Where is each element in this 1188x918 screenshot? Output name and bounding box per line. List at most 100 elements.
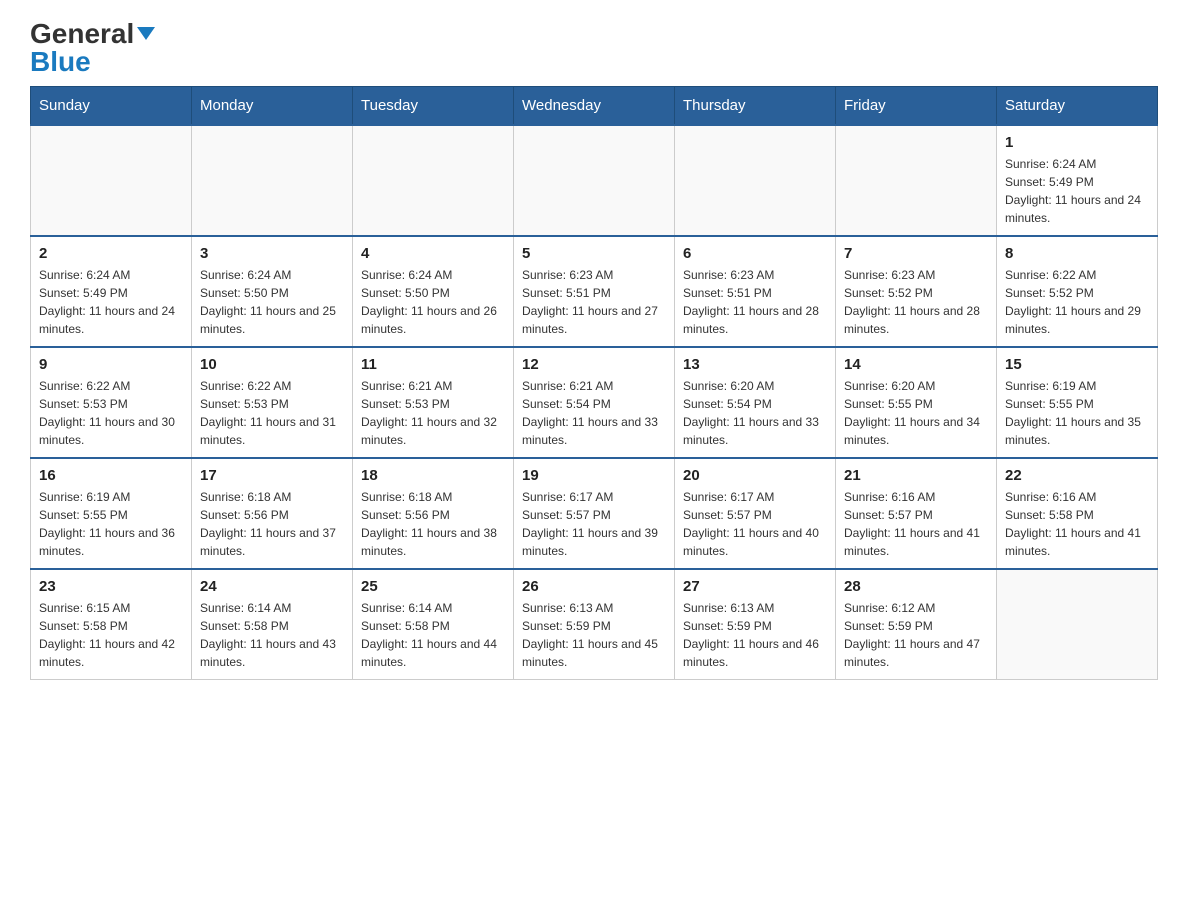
logo-general-text: General [30,20,155,48]
day-number: 3 [200,245,344,262]
calendar-cell: 14 Sunrise: 6:20 AM Sunset: 5:55 PM Dayli… [836,347,997,458]
day-info: Sunrise: 6:16 AM Sunset: 5:57 PM Dayligh… [844,488,988,560]
day-info: Sunrise: 6:22 AM Sunset: 5:53 PM Dayligh… [200,377,344,449]
week-row: 23 Sunrise: 6:15 AM Sunset: 5:58 PM Dayli… [31,569,1158,680]
logo: General Blue [30,20,155,76]
day-of-week-header: Saturday [997,87,1158,126]
calendar-cell: 19 Sunrise: 6:17 AM Sunset: 5:57 PM Dayli… [514,458,675,569]
calendar-cell [192,125,353,236]
calendar-cell: 7 Sunrise: 6:23 AM Sunset: 5:52 PM Daylig… [836,236,997,347]
calendar-cell [353,125,514,236]
day-info: Sunrise: 6:17 AM Sunset: 5:57 PM Dayligh… [683,488,827,560]
calendar-header-row: SundayMondayTuesdayWednesdayThursdayFrid… [31,87,1158,126]
day-info: Sunrise: 6:14 AM Sunset: 5:58 PM Dayligh… [200,599,344,671]
calendar-cell: 3 Sunrise: 6:24 AM Sunset: 5:50 PM Daylig… [192,236,353,347]
day-info: Sunrise: 6:15 AM Sunset: 5:58 PM Dayligh… [39,599,183,671]
week-row: 9 Sunrise: 6:22 AM Sunset: 5:53 PM Daylig… [31,347,1158,458]
calendar-cell: 15 Sunrise: 6:19 AM Sunset: 5:55 PM Dayli… [997,347,1158,458]
day-info: Sunrise: 6:20 AM Sunset: 5:54 PM Dayligh… [683,377,827,449]
day-number: 9 [39,356,183,373]
calendar-cell: 22 Sunrise: 6:16 AM Sunset: 5:58 PM Dayli… [997,458,1158,569]
day-number: 6 [683,245,827,262]
calendar-cell: 17Sunrise: 6:18 AM Sunset: 5:56 PM Dayli… [192,458,353,569]
calendar-cell: 25 Sunrise: 6:14 AM Sunset: 5:58 PM Dayli… [353,569,514,680]
day-number: 21 [844,467,988,484]
day-info: Sunrise: 6:20 AM Sunset: 5:55 PM Dayligh… [844,377,988,449]
day-number: 18 [361,467,505,484]
day-info: Sunrise: 6:14 AM Sunset: 5:58 PM Dayligh… [361,599,505,671]
day-number: 27 [683,578,827,595]
calendar-cell: 16 Sunrise: 6:19 AM Sunset: 5:55 PM Dayli… [31,458,192,569]
day-info: Sunrise: 6:12 AM Sunset: 5:59 PM Dayligh… [844,599,988,671]
day-info: Sunrise: 6:24 AM Sunset: 5:50 PM Dayligh… [200,266,344,338]
day-of-week-header: Wednesday [514,87,675,126]
calendar-cell: 28Sunrise: 6:12 AM Sunset: 5:59 PM Dayli… [836,569,997,680]
calendar-cell: 9 Sunrise: 6:22 AM Sunset: 5:53 PM Daylig… [31,347,192,458]
calendar-cell [997,569,1158,680]
day-number: 11 [361,356,505,373]
day-of-week-header: Friday [836,87,997,126]
day-of-week-header: Thursday [675,87,836,126]
day-number: 17 [200,467,344,484]
logo-blue-text: Blue [30,48,91,76]
day-number: 2 [39,245,183,262]
day-info: Sunrise: 6:22 AM Sunset: 5:52 PM Dayligh… [1005,266,1149,338]
calendar-cell: 27 Sunrise: 6:13 AM Sunset: 5:59 PM Dayli… [675,569,836,680]
calendar-cell: 26 Sunrise: 6:13 AM Sunset: 5:59 PM Dayli… [514,569,675,680]
day-number: 24 [200,578,344,595]
day-info: Sunrise: 6:16 AM Sunset: 5:58 PM Dayligh… [1005,488,1149,560]
day-number: 19 [522,467,666,484]
day-info: Sunrise: 6:19 AM Sunset: 5:55 PM Dayligh… [39,488,183,560]
calendar-cell: 5Sunrise: 6:23 AM Sunset: 5:51 PM Daylig… [514,236,675,347]
day-number: 14 [844,356,988,373]
logo-triangle-icon [137,27,155,40]
day-number: 13 [683,356,827,373]
calendar-cell: 11 Sunrise: 6:21 AM Sunset: 5:53 PM Dayli… [353,347,514,458]
day-info: Sunrise: 6:24 AM Sunset: 5:49 PM Dayligh… [39,266,183,338]
calendar-cell: 2 Sunrise: 6:24 AM Sunset: 5:49 PM Daylig… [31,236,192,347]
day-number: 22 [1005,467,1149,484]
day-number: 5 [522,245,666,262]
day-number: 10 [200,356,344,373]
day-info: Sunrise: 6:23 AM Sunset: 5:51 PM Dayligh… [683,266,827,338]
calendar-cell: 12 Sunrise: 6:21 AM Sunset: 5:54 PM Dayli… [514,347,675,458]
day-of-week-header: Sunday [31,87,192,126]
calendar-cell [836,125,997,236]
calendar-cell: 18 Sunrise: 6:18 AM Sunset: 5:56 PM Dayli… [353,458,514,569]
calendar-cell [675,125,836,236]
day-number: 15 [1005,356,1149,373]
week-row: 2 Sunrise: 6:24 AM Sunset: 5:49 PM Daylig… [31,236,1158,347]
day-number: 4 [361,245,505,262]
day-number: 7 [844,245,988,262]
day-info: Sunrise: 6:22 AM Sunset: 5:53 PM Dayligh… [39,377,183,449]
day-number: 8 [1005,245,1149,262]
day-number: 23 [39,578,183,595]
calendar-cell: 20 Sunrise: 6:17 AM Sunset: 5:57 PM Dayli… [675,458,836,569]
day-number: 26 [522,578,666,595]
day-number: 12 [522,356,666,373]
calendar-cell: 8 Sunrise: 6:22 AM Sunset: 5:52 PM Daylig… [997,236,1158,347]
day-number: 25 [361,578,505,595]
day-info: Sunrise: 6:18 AM Sunset: 5:56 PM Dayligh… [361,488,505,560]
calendar-cell [514,125,675,236]
calendar-cell [31,125,192,236]
calendar-cell: 6 Sunrise: 6:23 AM Sunset: 5:51 PM Daylig… [675,236,836,347]
week-row: 16 Sunrise: 6:19 AM Sunset: 5:55 PM Dayli… [31,458,1158,569]
calendar-cell: 10 Sunrise: 6:22 AM Sunset: 5:53 PM Dayli… [192,347,353,458]
calendar-cell: 24 Sunrise: 6:14 AM Sunset: 5:58 PM Dayli… [192,569,353,680]
calendar-cell: 4Sunrise: 6:24 AM Sunset: 5:50 PM Daylig… [353,236,514,347]
day-number: 20 [683,467,827,484]
calendar-cell: 23 Sunrise: 6:15 AM Sunset: 5:58 PM Dayli… [31,569,192,680]
day-info: Sunrise: 6:13 AM Sunset: 5:59 PM Dayligh… [522,599,666,671]
page-header: General Blue [30,20,1158,76]
day-info: Sunrise: 6:17 AM Sunset: 5:57 PM Dayligh… [522,488,666,560]
day-info: Sunrise: 6:19 AM Sunset: 5:55 PM Dayligh… [1005,377,1149,449]
day-of-week-header: Tuesday [353,87,514,126]
day-info: Sunrise: 6:13 AM Sunset: 5:59 PM Dayligh… [683,599,827,671]
day-number: 1 [1005,134,1149,151]
day-number: 16 [39,467,183,484]
day-of-week-header: Monday [192,87,353,126]
day-info: Sunrise: 6:23 AM Sunset: 5:52 PM Dayligh… [844,266,988,338]
day-info: Sunrise: 6:21 AM Sunset: 5:53 PM Dayligh… [361,377,505,449]
day-info: Sunrise: 6:21 AM Sunset: 5:54 PM Dayligh… [522,377,666,449]
